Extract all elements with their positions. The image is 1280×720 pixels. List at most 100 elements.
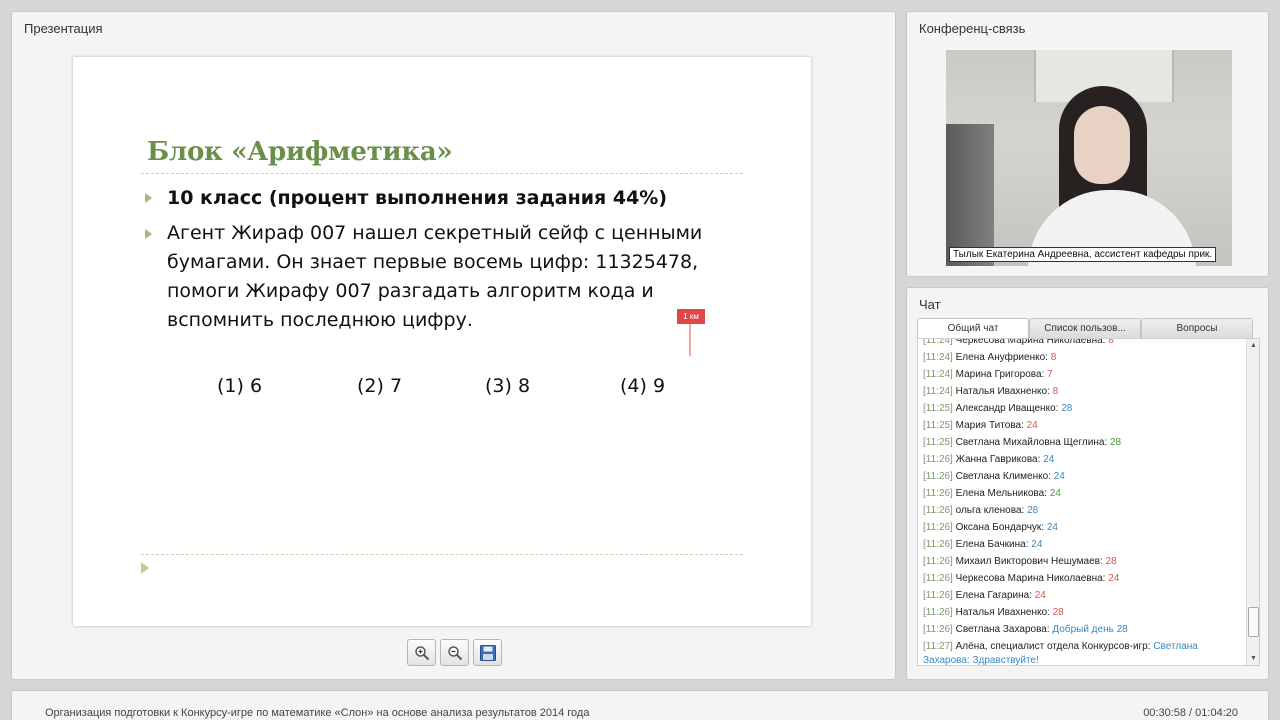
message-text: 24: [1031, 539, 1043, 550]
video-panel-title: Конференц-связь: [919, 21, 1026, 36]
bullet-marker: [145, 229, 152, 239]
message-author: Черкесова Марина Николаевна:: [952, 573, 1109, 584]
message-author: Елена Ануфриенко:: [952, 352, 1051, 363]
chat-message: [11:26] Наталья Ивахненко: 28: [923, 604, 1245, 621]
message-author: Елена Гагарина:: [952, 590, 1035, 601]
message-timestamp: [11:26]: [923, 471, 953, 482]
zoom-in-icon: [414, 645, 429, 660]
tab-general-chat[interactable]: Общий чат: [917, 318, 1029, 338]
message-timestamp: [11:26]: [923, 590, 953, 601]
background-shelf: [946, 124, 994, 266]
message-text: 24: [1053, 471, 1065, 482]
message-author: Александр Иващенко:: [952, 403, 1062, 414]
message-author: Светлана Захарова:: [952, 624, 1053, 635]
chat-message: [11:24] Елена Ануфриенко: 8: [923, 349, 1245, 366]
chat-message: [11:26] ольга кленова: 28: [923, 502, 1245, 519]
answer-option-3: (3) 8: [485, 375, 531, 397]
presentation-panel: Презентация Блок «Арифметика» 10 класс (…: [11, 11, 896, 680]
message-text: 24: [1034, 590, 1046, 601]
message-timestamp: [11:26]: [923, 522, 953, 533]
message-text: 28: [1109, 437, 1122, 448]
scroll-up-icon[interactable]: ▲: [1248, 340, 1259, 351]
webinar-info-bar: Организация подготовки к Конкурсу-игре п…: [11, 690, 1269, 720]
chat-message: [11:26] Оксана Бондарчук: 24: [923, 519, 1245, 536]
presentation-panel-title: Презентация: [24, 21, 103, 36]
playback-time: 00:30:58 / 01:04:20: [1143, 707, 1238, 719]
scrollbar-thumb[interactable]: [1248, 607, 1259, 637]
slide-toolbar: [407, 639, 502, 666]
answer-option-1: (1) 6: [217, 375, 263, 397]
chat-message: [11:26] Жанна Гаврикова: 24: [923, 451, 1245, 468]
chat-messages-area[interactable]: [11:24] Черкесова Марина Николаевна: 8 [1…: [917, 338, 1260, 666]
chat-message: [11:24] Черкесова Марина Николаевна: 8: [923, 338, 1245, 349]
message-text: 8: [1108, 338, 1114, 346]
zoom-out-icon: [447, 645, 462, 660]
message-author: Михаил Викторович Нешумаев:: [952, 556, 1106, 567]
chat-scrollbar[interactable]: ▲ ▼: [1246, 339, 1259, 665]
message-timestamp: [11:25]: [923, 403, 953, 414]
distance-marker-flag: 1 км: [677, 309, 705, 324]
message-timestamp: [11:26]: [923, 454, 953, 465]
message-text: Добрый день 28: [1052, 624, 1128, 635]
chat-message: [11:26] Елена Мельникова: 24: [923, 485, 1245, 502]
message-text: 28: [1052, 607, 1064, 618]
message-timestamp: [11:26]: [923, 539, 953, 550]
scroll-down-icon[interactable]: ▼: [1248, 653, 1259, 664]
zoom-in-button[interactable]: [407, 639, 436, 666]
chat-message: [11:24] Марина Григорова: 7: [923, 366, 1245, 383]
message-author: Наталья Ивахненко:: [952, 386, 1053, 397]
slide-bullet-grade: 10 класс (процент выполнения задания 44%…: [167, 187, 668, 209]
distance-marker-pole: [689, 324, 691, 356]
message-text: 24: [1108, 573, 1120, 584]
message-author: Елена Мельникова:: [952, 488, 1050, 499]
slide-title: Блок «Арифметика»: [147, 137, 453, 167]
message-timestamp: [11:26]: [923, 573, 953, 584]
chat-message: [11:27] Алёна, специалист отдела Конкурс…: [923, 640, 1245, 665]
video-conference-panel: Конференц-связь Тылык Екатерина Андреевн…: [906, 11, 1269, 277]
chat-message: [11:26] Светлана Клименко: 24: [923, 468, 1245, 485]
title-divider: [141, 173, 743, 174]
message-text: 8: [1050, 352, 1057, 363]
tab-questions[interactable]: Вопросы: [1141, 318, 1253, 338]
message-author: Мария Титова:: [952, 420, 1027, 431]
message-timestamp: [11:24]: [923, 386, 953, 397]
chat-tabs: Общий чат Список пользов... Вопросы: [917, 318, 1253, 338]
presentation-slide: Блок «Арифметика» 10 класс (процент выпо…: [73, 57, 811, 626]
slide-bullet-task-line4: вспомнить последнюю цифру.: [167, 309, 473, 331]
slide-bullet-task-line3: помоги Жирафу 007 разгадать алгоритм код…: [167, 280, 654, 302]
message-author: Жанна Гаврикова:: [952, 454, 1044, 465]
message-author: Светлана Клименко:: [952, 471, 1054, 482]
webcam-video: Тылык Екатерина Андреевна, ассистент каф…: [946, 50, 1232, 266]
message-timestamp: [11:26]: [923, 624, 953, 635]
message-timestamp: [11:27]: [923, 641, 953, 652]
chat-message-list: [11:24] Черкесова Марина Николаевна: 8 [1…: [923, 338, 1245, 665]
message-timestamp: [11:26]: [923, 488, 953, 499]
message-author: Светлана Михайловна Щеглина:: [952, 437, 1110, 448]
bullet-marker: [145, 193, 152, 203]
slide-bullet-task-line2: бумагами. Он знает первые восемь цифр: 1…: [167, 251, 699, 273]
message-timestamp: [11:26]: [923, 556, 953, 567]
message-text: 24: [1046, 522, 1058, 533]
chat-message: [11:25] Мария Титова: 24: [923, 417, 1245, 434]
chat-message: [11:26] Елена Гагарина: 24: [923, 587, 1245, 604]
message-author: Наталья Ивахненко:: [952, 607, 1053, 618]
message-text: 8: [1052, 386, 1059, 397]
zoom-out-button[interactable]: [440, 639, 469, 666]
message-author: ольга кленова:: [952, 505, 1028, 516]
save-icon: [479, 644, 496, 661]
message-timestamp: [11:25]: [923, 420, 953, 431]
chat-panel-title: Чат: [919, 297, 941, 312]
chat-message: [11:24] Наталья Ивахненко: 8: [923, 383, 1245, 400]
message-timestamp: [11:26]: [923, 607, 953, 618]
webinar-title: Организация подготовки к Конкурсу-игре п…: [45, 707, 590, 719]
message-text: 24: [1049, 488, 1061, 499]
chat-message: [11:26] Черкесова Марина Николаевна: 24: [923, 570, 1245, 587]
chat-message: [11:25] Светлана Михайловна Щеглина: 28: [923, 434, 1245, 451]
message-timestamp: [11:24]: [923, 352, 953, 363]
chat-message: [11:26] Михаил Викторович Нешумаев: 28: [923, 553, 1245, 570]
footer-bullet-marker: [141, 562, 149, 574]
save-button[interactable]: [473, 639, 502, 666]
answer-option-2: (2) 7: [357, 375, 403, 397]
tab-user-list[interactable]: Список пользов...: [1029, 318, 1141, 338]
message-text: 28: [1105, 556, 1117, 567]
